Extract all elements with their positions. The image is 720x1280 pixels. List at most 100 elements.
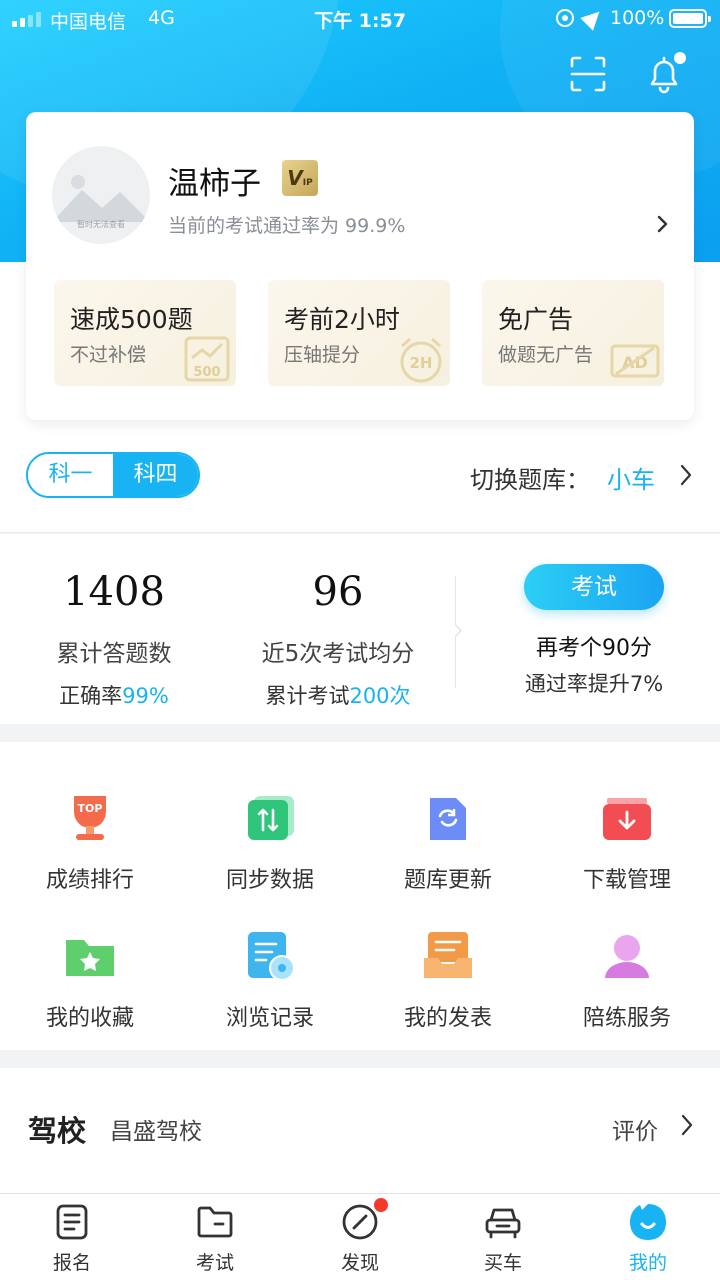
feature-grid: TOP 成绩排行 同步数据 题库更新 下载管理 我的收藏 浏览记录 我的发表 陪… bbox=[0, 742, 720, 1050]
document-icon bbox=[52, 1202, 92, 1242]
grid-item-history[interactable]: 浏览记录 bbox=[180, 928, 360, 1032]
tab-mine[interactable]: 我的 bbox=[593, 1202, 703, 1275]
svg-text:TOP: TOP bbox=[78, 802, 103, 815]
grid-item-ranking[interactable]: TOP 成绩排行 bbox=[0, 790, 180, 894]
school-rate-link[interactable]: 评价 bbox=[612, 1112, 658, 1146]
answered-label: 累计答题数 bbox=[56, 641, 172, 667]
folder-icon bbox=[195, 1202, 235, 1242]
avatar-caption: 暂时无法查看 bbox=[77, 220, 125, 229]
exams-label: 累计考试 bbox=[265, 684, 350, 708]
tab-label: 考试 bbox=[195, 1252, 234, 1274]
tab-label: 报名 bbox=[52, 1252, 91, 1274]
tab-discover[interactable]: 发现 bbox=[305, 1198, 415, 1275]
chevron-right-icon[interactable] bbox=[654, 212, 670, 236]
perk-no-ads[interactable]: 免广告 做题无广告 AD bbox=[482, 280, 664, 386]
accuracy-value: 99% bbox=[122, 684, 169, 708]
perk-title: 免广告 bbox=[498, 305, 574, 334]
exams-text: 累计考试200次 bbox=[238, 680, 438, 710]
battery-icon bbox=[669, 9, 711, 28]
car-icon bbox=[483, 1202, 523, 1242]
svg-text:2H: 2H bbox=[410, 354, 433, 372]
grid-item-posts[interactable]: 我的发表 bbox=[358, 928, 538, 1032]
vip-badge-suffix: IP bbox=[302, 178, 313, 188]
switch-bank-value[interactable]: 小车 bbox=[607, 460, 655, 495]
battery-percent: 100% bbox=[610, 7, 665, 29]
rotation-lock-icon bbox=[556, 9, 574, 27]
grid-label: 我的收藏 bbox=[45, 1006, 134, 1031]
username[interactable]: 温柿子 bbox=[168, 158, 261, 203]
grid-label: 成绩排行 bbox=[45, 868, 134, 893]
divider bbox=[0, 532, 720, 533]
grid-item-coaching[interactable]: 陪练服务 bbox=[537, 928, 717, 1032]
grid-label: 题库更新 bbox=[403, 868, 492, 893]
perk-subtitle: 做题无广告 bbox=[498, 344, 594, 366]
compass-icon bbox=[340, 1198, 388, 1242]
vip-badge[interactable]: VIP bbox=[282, 160, 318, 196]
smile-icon bbox=[628, 1202, 668, 1242]
pass-rate-text: 当前的考试通过率为 99.9% bbox=[168, 215, 406, 237]
exam-tip-subtitle: 通过率提升7% bbox=[524, 672, 664, 696]
grid-label: 下载管理 bbox=[582, 868, 671, 893]
perk-quick-500[interactable]: 速成500题 不过补偿 500 bbox=[54, 280, 236, 386]
tab-buy-car[interactable]: 买车 bbox=[448, 1202, 558, 1275]
grid-item-favorites[interactable]: 我的收藏 bbox=[0, 928, 180, 1032]
accuracy-label: 正确率 bbox=[59, 684, 123, 708]
subject-option-4[interactable]: 科四 bbox=[113, 454, 198, 496]
grid-item-downloads[interactable]: 下载管理 bbox=[537, 790, 717, 894]
alarm-clock-icon: 2H bbox=[400, 337, 442, 383]
grid-item-bank-update[interactable]: 题库更新 bbox=[358, 790, 538, 894]
profile-card: 暂时无法查看 温柿子 VIP 当前的考试通过率为 99.9% 速成500题 不过… bbox=[26, 112, 694, 420]
perk-pre-exam[interactable]: 考前2小时 压轴提分 2H bbox=[268, 280, 450, 386]
accuracy-text: 正确率99% bbox=[24, 680, 204, 710]
sync-icon bbox=[242, 790, 298, 846]
download-icon bbox=[599, 790, 655, 846]
person-icon bbox=[599, 928, 655, 984]
bell-icon[interactable] bbox=[644, 52, 686, 94]
trophy-icon: TOP bbox=[62, 790, 118, 846]
star-folder-icon bbox=[62, 928, 118, 984]
exams-value: 200次 bbox=[349, 684, 411, 708]
exam-button[interactable]: 考试 bbox=[524, 564, 664, 610]
grid-label: 浏览记录 bbox=[225, 1006, 314, 1031]
driving-school-row[interactable]: 驾校 昌盛驾校 评价 bbox=[0, 1068, 720, 1194]
tray-icon bbox=[420, 928, 476, 984]
stats-panel: 1408 累计答题数 正确率99% 96 近5次考试均分 累计考试200次 考试… bbox=[0, 534, 720, 724]
notification-dot bbox=[374, 1198, 388, 1212]
grid-item-sync[interactable]: 同步数据 bbox=[180, 790, 360, 894]
subject-option-1[interactable]: 科一 bbox=[28, 454, 113, 496]
stats-divider bbox=[455, 576, 456, 688]
tab-signup[interactable]: 报名 bbox=[17, 1202, 127, 1275]
refresh-icon bbox=[420, 790, 476, 846]
tab-label: 我的 bbox=[628, 1252, 667, 1274]
status-bar: 中国电信 4G 下午 1:57 100% bbox=[0, 0, 720, 38]
chevron-right-icon[interactable] bbox=[680, 1112, 694, 1138]
perk-title: 考前2小时 bbox=[284, 305, 400, 334]
chart-up-icon: 500 bbox=[184, 336, 230, 382]
scan-icon[interactable] bbox=[568, 54, 608, 94]
subject-toggle: 科一 科四 bbox=[26, 452, 200, 498]
average-score: 96 bbox=[312, 569, 364, 615]
tab-exam[interactable]: 考试 bbox=[160, 1202, 270, 1275]
avatar-placeholder-icon bbox=[52, 175, 150, 222]
history-icon bbox=[242, 928, 298, 984]
notification-dot bbox=[674, 52, 686, 64]
grid-label: 我的发表 bbox=[403, 1006, 492, 1031]
average-label: 近5次考试均分 bbox=[261, 641, 415, 667]
perk-title: 速成500题 bbox=[70, 305, 193, 334]
chevron-right-icon[interactable] bbox=[678, 462, 694, 488]
tab-label: 发现 bbox=[340, 1252, 379, 1274]
perk-subtitle: 不过补偿 bbox=[70, 344, 147, 366]
school-title: 驾校 bbox=[28, 1114, 87, 1148]
vip-badge-letter: V bbox=[287, 166, 303, 190]
exam-tip-title: 再考个90分 bbox=[536, 636, 652, 661]
no-ads-icon: AD bbox=[610, 344, 660, 378]
switch-bank-label[interactable]: 切换题库： bbox=[470, 460, 590, 495]
tab-bar: 报名 考试 发现 买车 我的 bbox=[0, 1193, 720, 1280]
grid-label: 同步数据 bbox=[225, 868, 314, 893]
average-stat[interactable]: 96 近5次考试均分 累计考试200次 bbox=[238, 534, 438, 710]
perk-subtitle: 压轴提分 bbox=[284, 344, 361, 366]
avatar[interactable]: 暂时无法查看 bbox=[52, 146, 150, 244]
answered-stat[interactable]: 1408 累计答题数 正确率99% bbox=[24, 534, 204, 710]
svg-text:500: 500 bbox=[193, 365, 220, 380]
grid-label: 陪练服务 bbox=[582, 1006, 671, 1031]
